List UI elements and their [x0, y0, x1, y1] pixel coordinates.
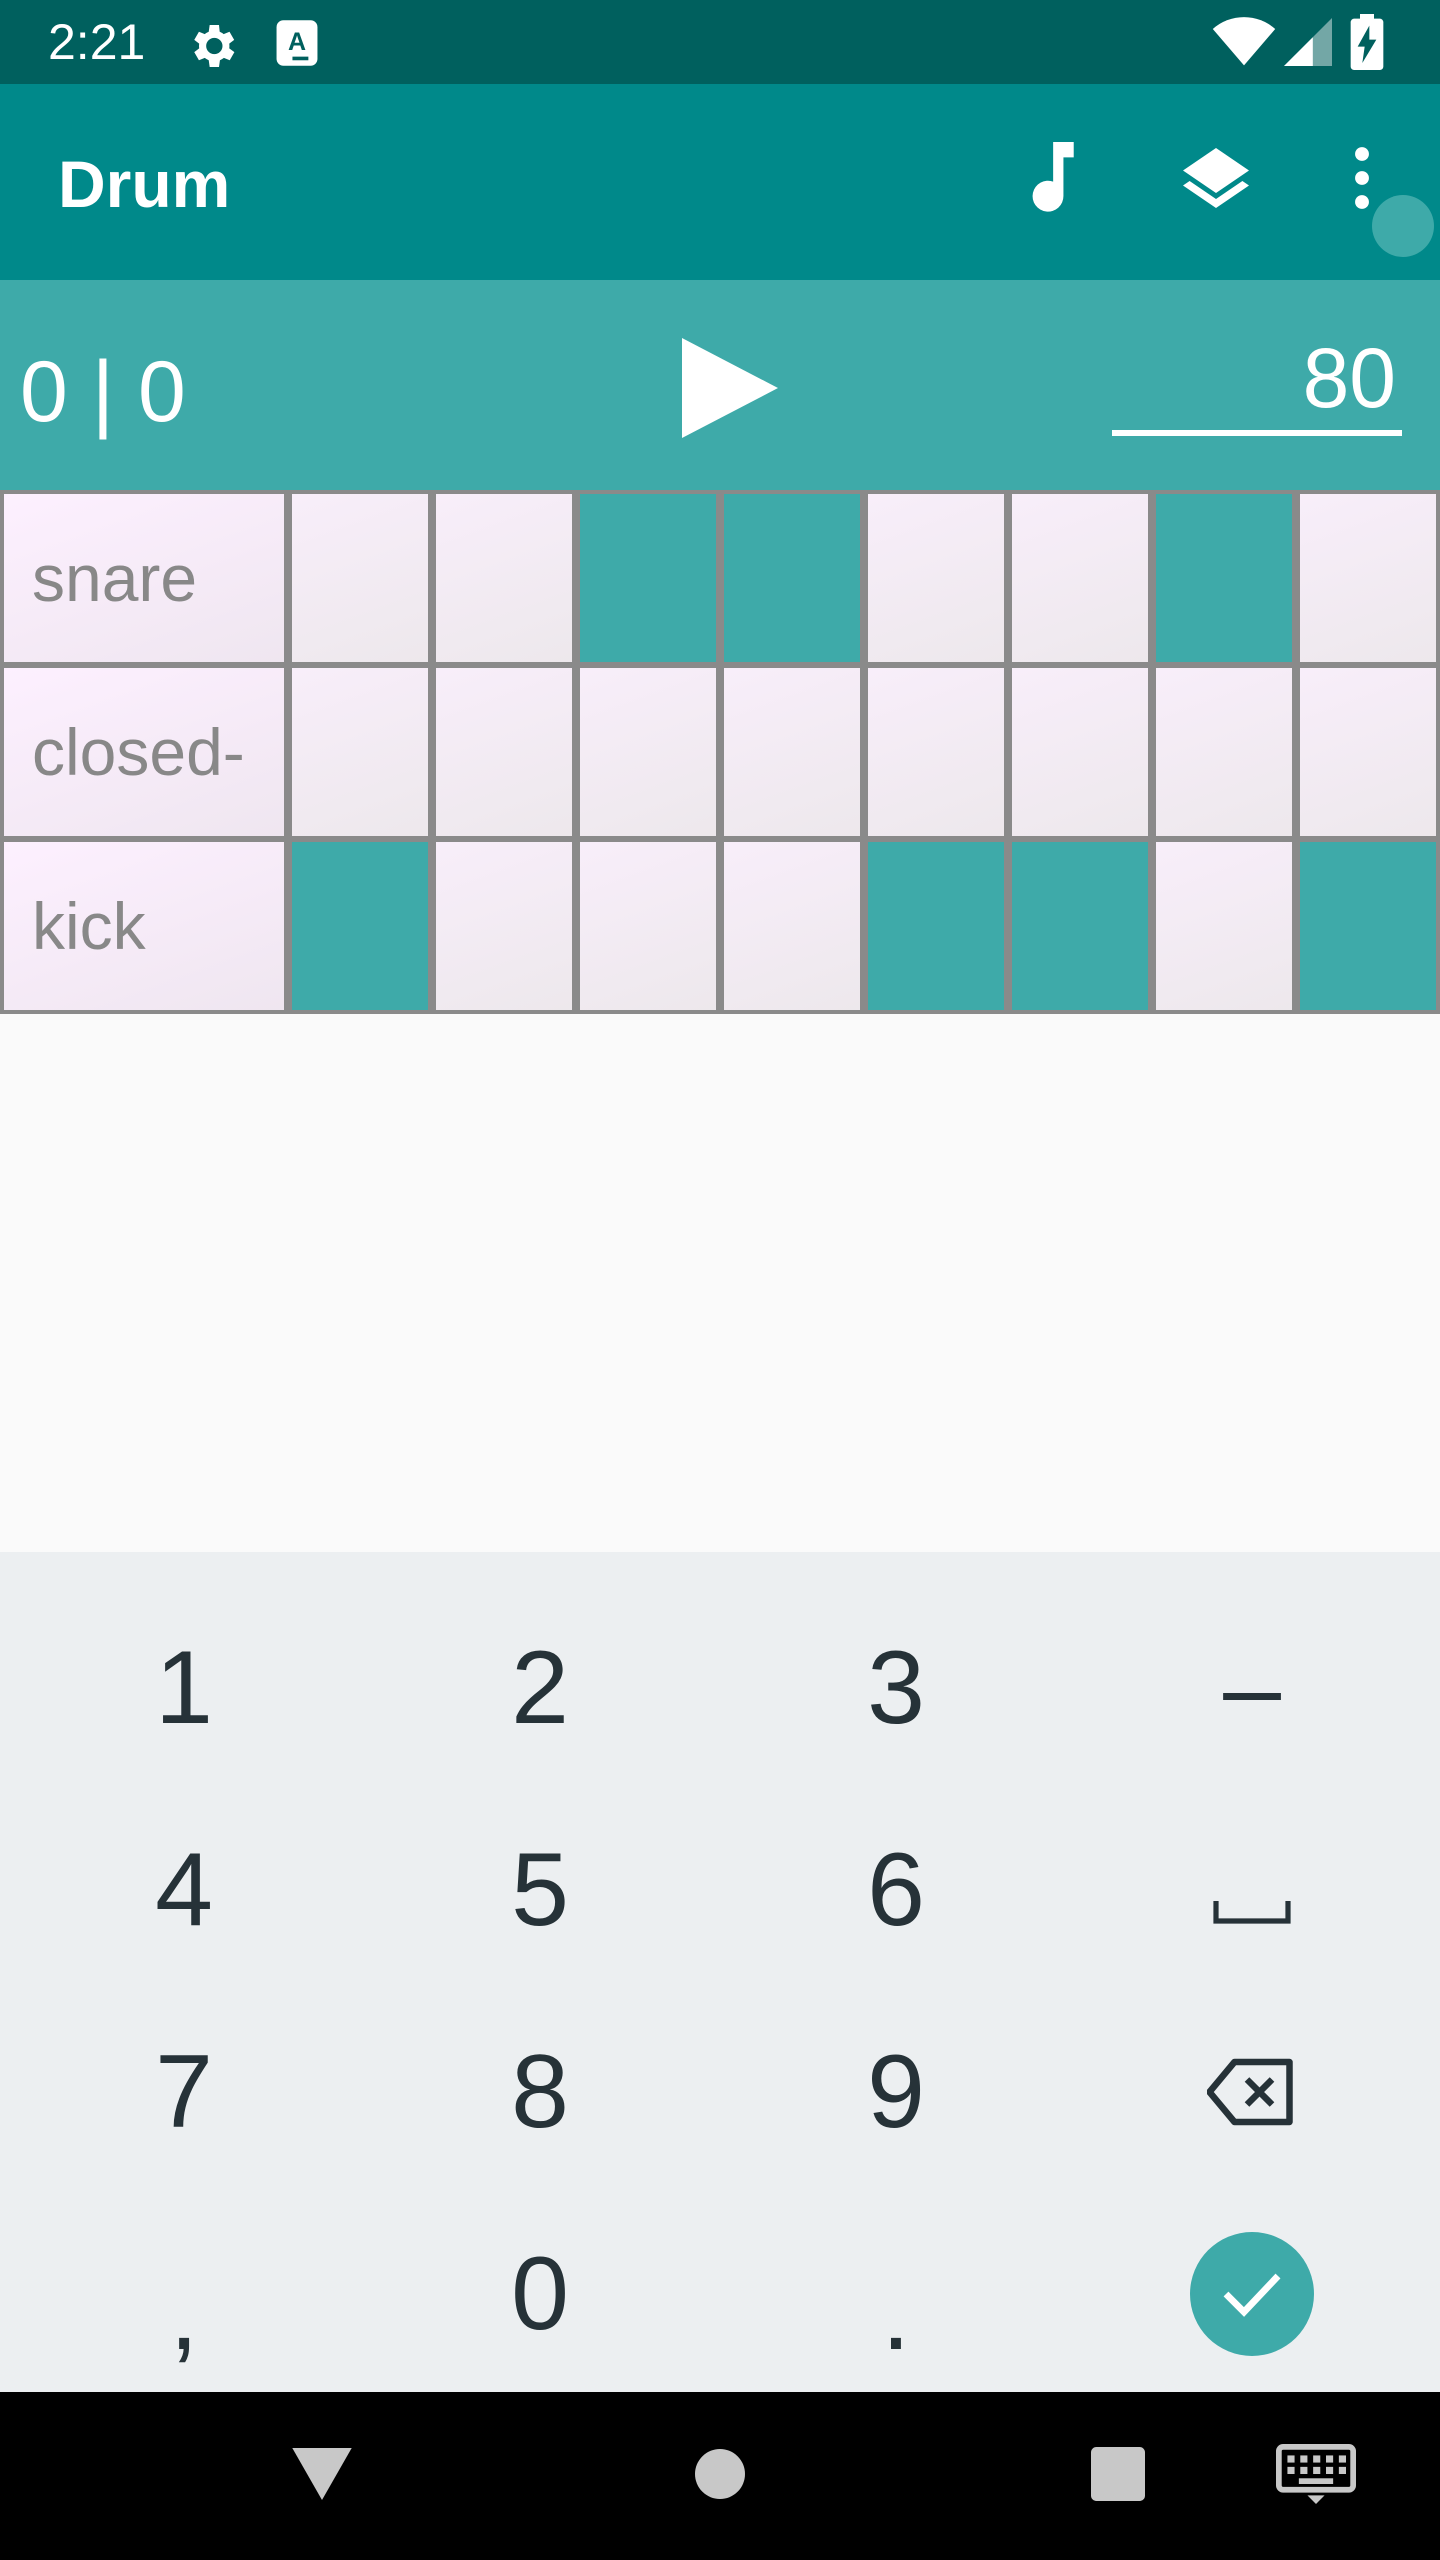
layers-icon	[1180, 142, 1252, 219]
key-label: 0	[511, 2235, 569, 2352]
step-sequencer-grid: snare closed-kick	[0, 490, 1440, 1014]
battery-charging-icon	[1350, 14, 1384, 75]
backspace-key[interactable]	[1074, 1992, 1430, 2192]
position-counter: 0 | 0	[20, 344, 186, 440]
step-cell[interactable]	[436, 668, 572, 836]
settings-icon	[184, 18, 240, 79]
key-4[interactable]: 4	[6, 1790, 362, 1990]
back-triangle-icon	[292, 2447, 352, 2505]
step-cell[interactable]	[1012, 668, 1148, 836]
step-cell[interactable]	[580, 494, 716, 662]
key-label: 5	[511, 1831, 569, 1948]
step-cell[interactable]	[1012, 842, 1148, 1010]
step-cell[interactable]	[436, 494, 572, 662]
checkmark-icon	[1190, 2232, 1314, 2356]
step-cell[interactable]	[436, 842, 572, 1010]
step-cell[interactable]	[292, 494, 428, 662]
key-label: 4	[155, 1831, 213, 1948]
space-bar-icon	[1212, 1831, 1292, 1950]
step-cell[interactable]	[1156, 494, 1292, 662]
key-1[interactable]: 1	[6, 1588, 362, 1788]
key-label: 6	[867, 1831, 925, 1948]
key-label: –	[1223, 1629, 1281, 1746]
home-circle-icon	[695, 2448, 745, 2504]
svg-text:A: A	[288, 28, 306, 56]
done-key[interactable]	[1074, 2194, 1430, 2394]
key-comma[interactable]: ,	[6, 2194, 362, 2394]
key-2[interactable]: 2	[362, 1588, 718, 1788]
numeric-keyboard: 1 2 3 – 4 5 6 7 8 9, 0.	[0, 1552, 1440, 2392]
key-minus[interactable]: –	[1074, 1588, 1430, 1788]
cell-signal-icon	[1284, 16, 1332, 73]
step-cell[interactable]	[580, 842, 716, 1010]
transport-bar: 0 | 0 80	[0, 280, 1440, 492]
step-cell[interactable]	[724, 668, 860, 836]
key-6[interactable]: 6	[718, 1790, 1074, 1990]
step-cell[interactable]	[1300, 842, 1436, 1010]
key-period[interactable]: .	[718, 2194, 1074, 2394]
step-cell[interactable]	[724, 494, 860, 662]
key-label: .	[881, 2255, 911, 2372]
back-button[interactable]	[272, 2426, 372, 2526]
app-title: Drum	[58, 147, 231, 221]
step-cell[interactable]	[1156, 668, 1292, 836]
step-cell[interactable]	[292, 668, 428, 836]
music-note-icon	[1016, 141, 1080, 219]
layers-button[interactable]	[1166, 130, 1266, 230]
step-cell[interactable]	[580, 668, 716, 836]
step-cell[interactable]	[724, 842, 860, 1010]
status-time: 2:21	[48, 14, 146, 70]
play-button[interactable]	[660, 330, 800, 450]
step-cell[interactable]	[292, 842, 428, 1010]
key-3[interactable]: 3	[718, 1588, 1074, 1788]
tempo-input[interactable]: 80	[1112, 328, 1402, 436]
key-5[interactable]: 5	[362, 1790, 718, 1990]
key-label: 2	[511, 1629, 569, 1746]
key-label: 8	[511, 2033, 569, 2150]
key-label: 9	[867, 2033, 925, 2150]
status-bar: 2:21 A	[0, 0, 1440, 84]
space-key[interactable]	[1074, 1790, 1430, 1990]
key-9[interactable]: 9	[718, 1992, 1074, 2192]
key-label: 1	[155, 1629, 213, 1746]
key-7[interactable]: 7	[6, 1992, 362, 2192]
step-cell[interactable]	[868, 842, 1004, 1010]
step-cell[interactable]	[1300, 668, 1436, 836]
switch-keyboard-button[interactable]	[1266, 2426, 1366, 2526]
key-0[interactable]: 0	[362, 2194, 718, 2394]
more-vert-icon	[1352, 146, 1372, 215]
key-label: ,	[169, 2255, 199, 2372]
keyboard-notification-icon: A	[274, 18, 320, 73]
step-cell[interactable]	[1300, 494, 1436, 662]
step-cell[interactable]	[1156, 842, 1292, 1010]
keyboard-icon	[1276, 2443, 1356, 2509]
wifi-icon	[1212, 16, 1276, 73]
text-cursor-handle[interactable]	[1372, 195, 1434, 257]
music-note-button[interactable]	[998, 130, 1098, 230]
row-label-snare[interactable]: snare	[4, 494, 284, 662]
backspace-icon	[1206, 2033, 1297, 2152]
row-label-closed[interactable]: closed-	[4, 668, 284, 836]
home-button[interactable]	[670, 2426, 770, 2526]
key-8[interactable]: 8	[362, 1992, 718, 2192]
recents-square-icon	[1091, 2446, 1145, 2506]
step-cell[interactable]	[868, 494, 1004, 662]
row-label-kick[interactable]: kick	[4, 842, 284, 1010]
recents-button[interactable]	[1068, 2426, 1168, 2526]
key-label: 7	[155, 2033, 213, 2150]
step-cell[interactable]	[1012, 494, 1148, 662]
play-icon	[682, 337, 778, 443]
app-bar: Drum	[0, 84, 1440, 280]
step-cell[interactable]	[868, 668, 1004, 836]
key-label: 3	[867, 1629, 925, 1746]
navigation-bar	[0, 2392, 1440, 2560]
screen: 2:21 A Drum 0 | 0 80 snare closed- kick …	[0, 0, 1440, 2560]
